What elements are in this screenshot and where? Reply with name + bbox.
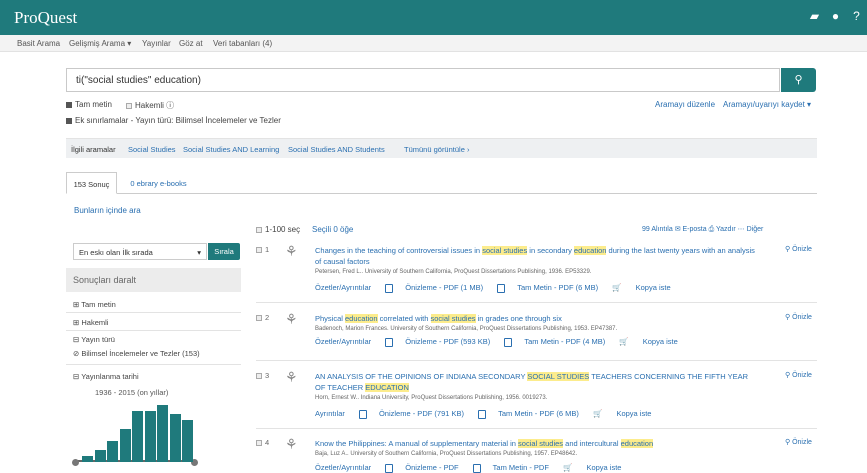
sort-button[interactable]: Sırala (208, 243, 240, 260)
save-search-link[interactable]: Aramayı/uyarıyı kaydet ▾ (723, 100, 811, 109)
related-link[interactable]: Social Studies (128, 145, 176, 154)
sort-select[interactable]: En eskı olan İlk sırada ▾ (73, 243, 207, 260)
search-input[interactable]: ti("social studies" education) (66, 68, 780, 92)
tab-ebooks[interactable]: 0 ebrary e-books (121, 172, 196, 194)
cart-icon: 🛒 (612, 283, 622, 292)
user-icon[interactable]: ● (829, 10, 842, 23)
chevron-down-icon: ▾ (197, 248, 201, 257)
histogram-bar[interactable] (94, 450, 106, 462)
result-checkbox[interactable]: 3 (256, 371, 269, 380)
search-button[interactable]: ⚲ (781, 68, 816, 92)
result-meta: Petersen, Fred L.. University of Souther… (315, 269, 592, 275)
result-checkbox[interactable]: 1 (256, 245, 269, 254)
result-checkbox[interactable]: 2 (256, 313, 269, 322)
nav-bar: Basit Arama Gelişmiş Arama ▾ Yayınlar Gö… (0, 35, 867, 52)
facet-fulltext[interactable]: ⊞ Tam metin (73, 300, 116, 309)
details-link[interactable]: Özetler/Ayrıntılar (315, 337, 371, 346)
proquest-logo[interactable]: ProQuest (14, 8, 77, 28)
histogram-bar[interactable] (157, 405, 168, 462)
nav-databases[interactable]: Veri tabanları (4) (213, 39, 272, 48)
date-histogram[interactable] (72, 400, 198, 466)
date-range-label: 1936 - 2015 (on yıllar) (95, 388, 169, 397)
details-link[interactable]: Ayrıntılar (315, 409, 345, 418)
result-meta: Badenoch, Marion Frances. University of … (315, 326, 618, 332)
preview-link[interactable]: ⚲ Önizle (785, 438, 812, 446)
result-meta: Horn, Ernest W.. Indiana University, Pro… (315, 395, 548, 401)
info-icon[interactable]: ⓘ (166, 101, 174, 110)
details-link[interactable]: Özetler/Ayrıntılar (315, 283, 371, 292)
divider (256, 428, 817, 429)
preview-pdf-link[interactable]: Önizleme - PDF (1 MB) (385, 283, 483, 293)
dissertation-icon: ⚘ (285, 243, 298, 259)
dissertation-icon: ⚘ (285, 311, 298, 327)
nav-publications[interactable]: Yayınlar (142, 39, 171, 48)
histogram-bar[interactable] (182, 420, 193, 462)
cart-icon: 🛒 (619, 337, 629, 346)
preview-link[interactable]: ⚲ Önizle (785, 371, 812, 379)
range-slider-start[interactable] (72, 459, 79, 466)
related-link[interactable]: Social Studies AND Students (288, 145, 385, 154)
histogram-bar[interactable] (169, 414, 181, 462)
edit-search-link[interactable]: Aramayı düzenle (655, 100, 715, 109)
related-link[interactable]: Social Studies AND Learning (183, 145, 279, 154)
facet-pubtype-value[interactable]: ⊘ Bilimsel İncelemeler ve Tezler (153) (73, 349, 200, 358)
facet-pubtype[interactable]: ⊟ Yayın türü (73, 335, 115, 344)
result-links: Özetler/Ayrıntılar Önizleme - PDF (593 K… (315, 337, 690, 347)
select-range[interactable]: 1-100 seç (256, 225, 300, 234)
show-all-link[interactable]: Tümünü görüntüle › (404, 145, 469, 154)
result-title[interactable]: Physical education correlated with socia… (315, 313, 755, 324)
nav-basic-search[interactable]: Basit Arama (17, 39, 60, 48)
preview-pdf-link[interactable]: Önizleme - PDF (791 KB) (358, 409, 464, 419)
search-icon: ⚲ (794, 74, 803, 86)
related-searches: İlgili aramalar Social Studies Social St… (66, 138, 817, 158)
result-links: Ayrıntılar Önizleme - PDF (791 KB) Tam M… (315, 409, 663, 419)
help-icon[interactable]: ? (850, 10, 863, 23)
narrow-results-header: Sonuçları daralt (66, 268, 241, 292)
histogram-bar[interactable] (107, 441, 118, 462)
result-meta: Baja, Luz A.. University of Southern Cal… (315, 451, 578, 457)
facet-pubdate[interactable]: ⊟ Yayınlanma tarihi (73, 372, 139, 381)
divider (256, 360, 817, 361)
selected-items-link[interactable]: Seçili 0 öğe (312, 225, 353, 234)
result-actions[interactable]: 99 Alıntıla ✉ E-posta ⎙ Yazdır ⋯ Diğer (642, 225, 763, 234)
fulltext-pdf-link[interactable]: Tam Metin - PDF (6 MB) (497, 283, 598, 293)
facet-peer[interactable]: ⊞ Hakemli (73, 318, 108, 327)
preview-link[interactable]: ⚲ Önizle (785, 313, 812, 321)
dissertation-icon: ⚘ (285, 369, 298, 385)
histogram-bar[interactable] (119, 429, 131, 462)
cart-icon: 🛒 (593, 409, 603, 418)
limits-checkbox[interactable]: Ek sınırlamalar - Yayın türü: Bilimsel İ… (66, 116, 281, 125)
request-copy-link[interactable]: 🛒 Kopya iste (593, 409, 651, 418)
result-tabs: 153 Sonuç 0 ebrary e-books (66, 172, 817, 194)
histogram-bar[interactable] (82, 456, 93, 462)
tab-results[interactable]: 153 Sonuç (66, 172, 117, 194)
result-links: Özetler/Ayrıntılar Önizleme - PDF Tam Me… (315, 463, 633, 473)
preview-link[interactable]: ⚲ Önizle (785, 245, 812, 253)
request-copy-link[interactable]: 🛒 Kopya iste (619, 337, 677, 346)
nav-browse[interactable]: Göz at (179, 39, 203, 48)
result-links: Özetler/Ayrıntılar Önizleme - PDF (1 MB)… (315, 283, 683, 293)
fulltext-checkbox[interactable]: Tam metin (66, 100, 112, 109)
header-bar: ProQuest ▰ ● ? (0, 0, 867, 35)
divider (256, 302, 817, 303)
related-label: İlgili aramalar (71, 145, 116, 154)
peer-reviewed-checkbox[interactable]: Hakemli ⓘ (126, 100, 174, 111)
result-title[interactable]: AN ANALYSIS OF THE OPINIONS OF INDIANA S… (315, 371, 755, 393)
result-checkbox[interactable]: 4 (256, 438, 269, 447)
request-copy-link[interactable]: 🛒 Kopya iste (612, 283, 670, 292)
fulltext-pdf-link[interactable]: Tam Metin - PDF (6 MB) (478, 409, 579, 419)
nav-advanced-search[interactable]: Gelişmiş Arama ▾ (69, 39, 131, 48)
dissertation-icon: ⚘ (285, 436, 298, 452)
search-within-link[interactable]: Bunların içinde ara (74, 206, 141, 215)
folder-icon[interactable]: ▰ (808, 10, 821, 23)
result-title[interactable]: Changes in the teaching of controversial… (315, 245, 755, 267)
histogram-bar[interactable] (144, 411, 156, 462)
fulltext-pdf-link[interactable]: Tam Metin - PDF (4 MB) (504, 337, 605, 347)
result-title[interactable]: Know the Philippines: A manual of supple… (315, 438, 755, 449)
preview-pdf-link[interactable]: Önizleme - PDF (593 KB) (385, 337, 490, 347)
histogram-bar[interactable] (132, 411, 143, 462)
